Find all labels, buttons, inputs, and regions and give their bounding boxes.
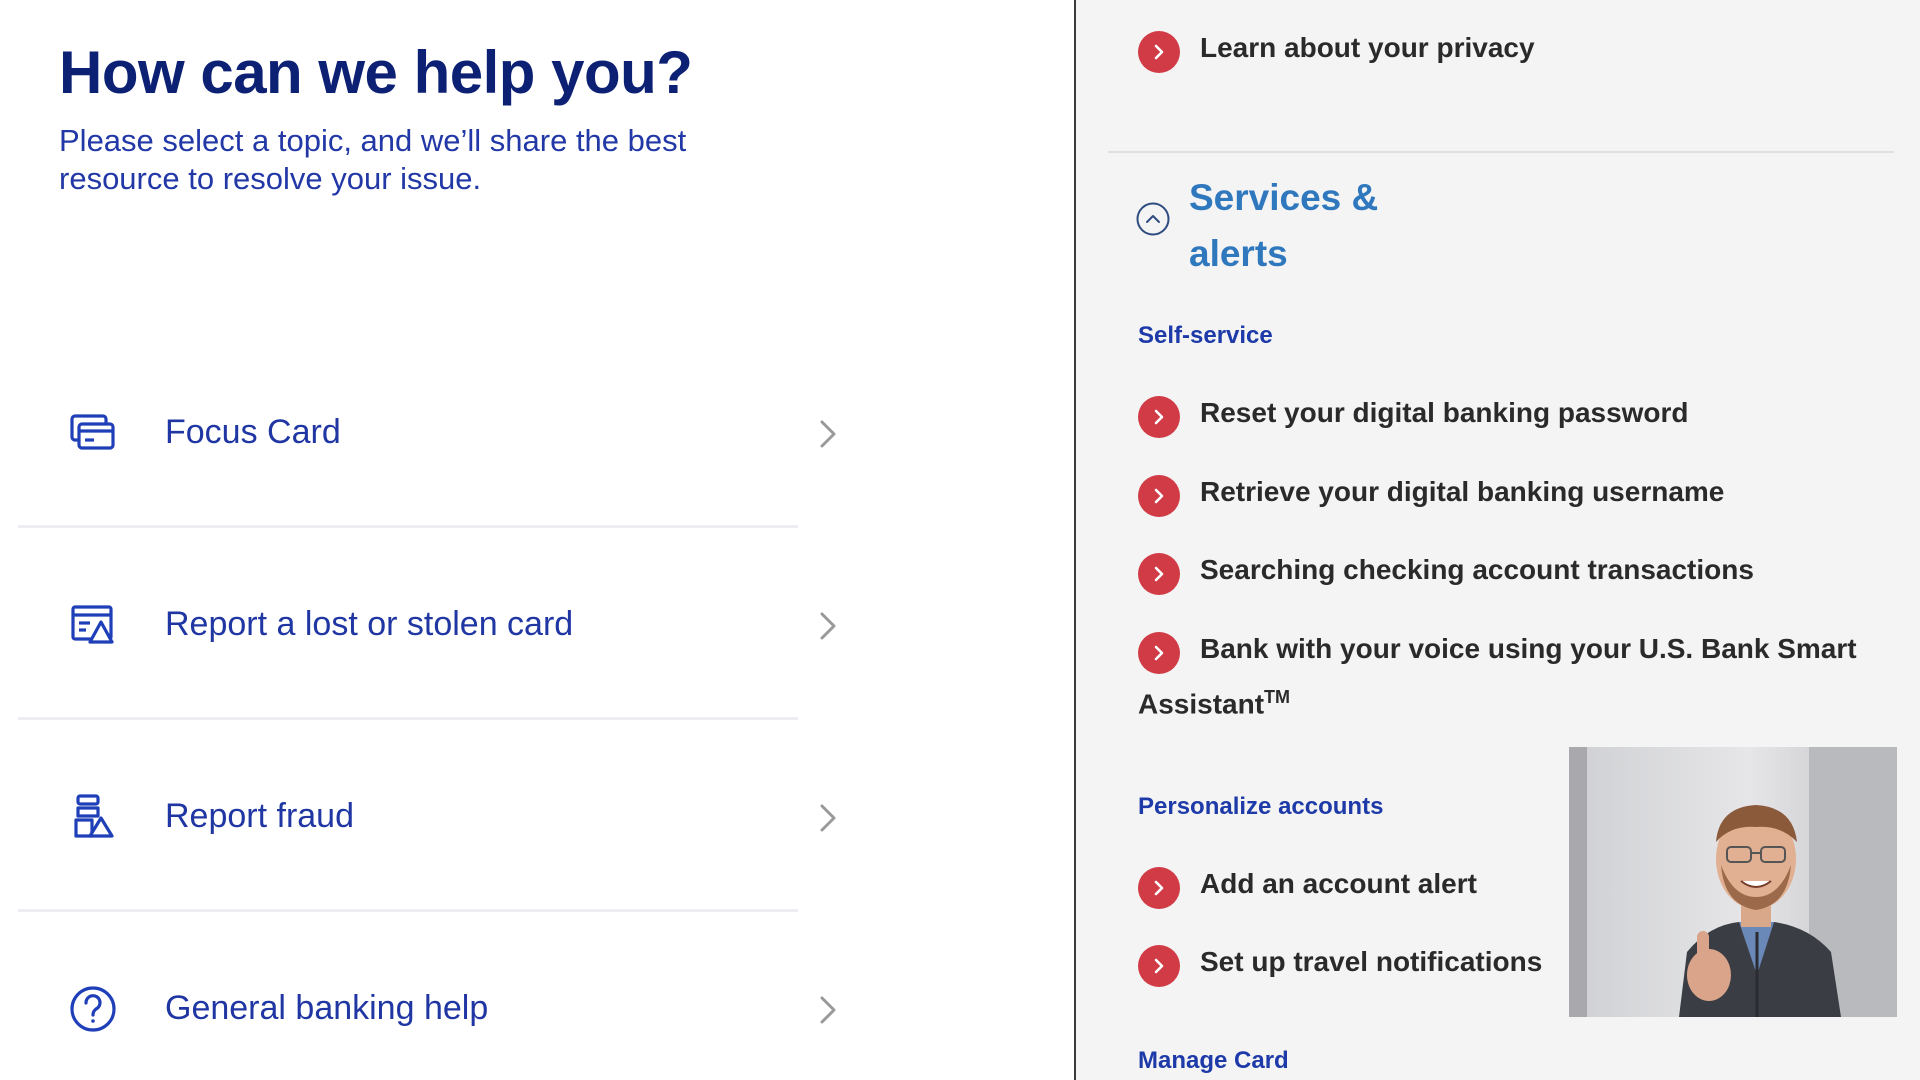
help-circle-icon xyxy=(70,986,116,1032)
link-label: Set up travel notifications xyxy=(1200,946,1543,977)
chevron-right-icon xyxy=(1138,475,1180,517)
section-heading-self-service: Self-service xyxy=(1138,322,1273,349)
accordion-title-services-alerts[interactable]: Services & alerts xyxy=(1189,170,1449,282)
topic-label: Report fraud xyxy=(165,797,354,835)
page: How can we help you? Please select a top… xyxy=(0,0,1920,1080)
chevron-right-icon xyxy=(820,996,836,1024)
link-label: Learn about your privacy xyxy=(1200,32,1535,63)
chevron-right-icon xyxy=(820,804,836,832)
topic-list: Focus Card Report a lost or stolen card xyxy=(18,336,836,1080)
chevron-right-icon xyxy=(1138,867,1180,909)
topic-label: General banking help xyxy=(165,989,489,1027)
chevron-right-icon xyxy=(1138,632,1180,674)
card-alert-icon xyxy=(71,605,114,644)
chevron-right-icon xyxy=(1138,945,1180,987)
presenter-person-image xyxy=(1569,747,1897,1017)
section-heading-personalize-accounts: Personalize accounts xyxy=(1138,793,1384,820)
topic-general-banking-help[interactable]: General banking help xyxy=(18,912,836,1080)
trademark: TM xyxy=(1264,687,1291,707)
help-topics-panel: How can we help you? Please select a top… xyxy=(0,0,1074,1080)
topic-label: Report a lost or stolen card xyxy=(165,605,574,643)
fraud-icon xyxy=(74,794,114,838)
collapse-chevron-up-icon[interactable] xyxy=(1136,202,1170,236)
link-label: Retrieve your digital banking username xyxy=(1200,476,1725,507)
card-icon xyxy=(70,414,115,450)
smart-assistant-continuation[interactable]: AssistantTM xyxy=(1138,687,1290,720)
link-label-continued: Assistant xyxy=(1138,688,1265,720)
presenter-webcam-video xyxy=(1569,747,1897,1017)
topic-report-fraud[interactable]: Report fraud xyxy=(18,720,836,912)
chevron-right-icon xyxy=(820,612,836,640)
page-title: How can we help you? xyxy=(59,39,693,106)
link-label: Reset your digital banking password xyxy=(1200,397,1689,428)
link-label: Searching checking account transactions xyxy=(1200,554,1754,585)
link-label: Add an account alert xyxy=(1200,868,1477,899)
page-subtitle: Please select a topic, and we’ll share t… xyxy=(59,123,687,196)
topic-label: Focus Card xyxy=(165,413,341,451)
link-label: Bank with your voice using your U.S. Ban… xyxy=(1200,633,1857,664)
chevron-right-icon xyxy=(820,420,836,448)
topic-focus-card[interactable]: Focus Card xyxy=(18,336,836,528)
chevron-right-icon xyxy=(1138,396,1180,438)
section-heading-manage-card: Manage Card xyxy=(1138,1047,1289,1074)
chevron-right-icon xyxy=(1138,31,1180,73)
topic-lost-stolen-card[interactable]: Report a lost or stolen card xyxy=(18,528,836,720)
divider xyxy=(1108,151,1894,153)
chevron-right-icon xyxy=(1138,553,1180,595)
